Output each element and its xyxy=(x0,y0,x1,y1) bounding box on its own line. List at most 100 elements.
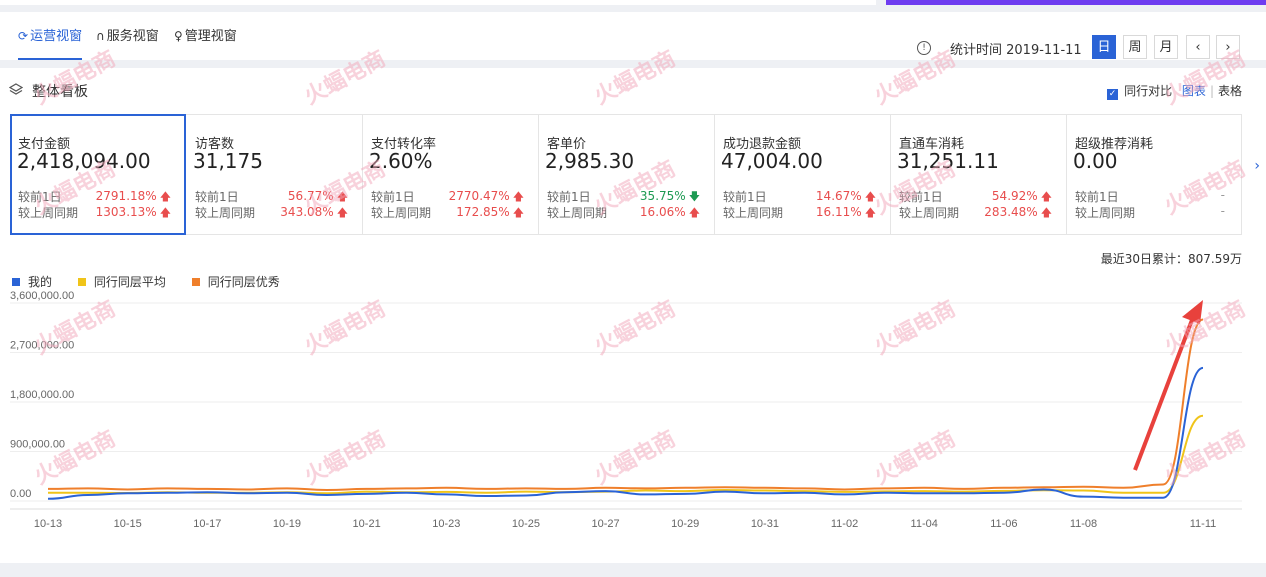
arrow-up-icon: 🡅 xyxy=(512,206,524,219)
y-tick-label: 3,600,000.00 xyxy=(10,290,74,302)
top-strip xyxy=(0,0,1266,8)
metric-card[interactable]: 客单价 2,985.30 较前1日 35.75% 🡇 较上周同期 16.06% 🡅 xyxy=(539,115,715,234)
x-tick-label: 10-15 xyxy=(114,518,142,530)
x-tick-label: 10-13 xyxy=(34,518,62,530)
panel-title: 整体看板 xyxy=(32,84,88,100)
period-month-button[interactable]: 月 xyxy=(1154,35,1178,59)
legend-item-excellent[interactable]: 同行同层优秀 xyxy=(191,273,280,290)
series-line-excellent xyxy=(47,318,1204,492)
metric-card[interactable]: 成功退款金额 47,004.00 较前1日 14.67% 🡅 较上周同期 16.11% 🡅 xyxy=(715,115,891,234)
arrow-up-icon: 🡅 xyxy=(864,206,876,219)
info-icon[interactable]: ! xyxy=(917,41,931,55)
person-icon: ♀ xyxy=(174,29,183,43)
compare-day-value: - xyxy=(1220,188,1225,202)
tab-management[interactable]: ♀ 管理视窗 xyxy=(174,12,237,60)
cards-next-icon[interactable]: › xyxy=(1254,158,1260,174)
y-tick-label: 900,000.00 xyxy=(10,439,65,451)
legend-swatch xyxy=(12,278,20,286)
tab-service[interactable]: ∩ 服务视窗 xyxy=(96,12,159,60)
view-tab-bar: ⟳ 运营视窗 ∩ 服务视窗 ♀ 管理视窗 ! 统计时间 2019-11-11 日 周 … xyxy=(0,12,1266,60)
metric-cards: 支付金额 2,418,094.00 较前1日 2791.18% 🡅 较上周同期 1303.1… xyxy=(10,114,1243,235)
cards-nav: › xyxy=(1242,114,1266,235)
metric-card[interactable]: 支付金额 2,418,094.00 较前1日 2791.18% 🡅 较上周同期 1303.1… xyxy=(10,114,186,235)
compare-week-value: 283.48% 🡅 xyxy=(984,204,1052,223)
metric-compare-day: 较前1日 2770.47% 🡅 xyxy=(371,188,524,205)
metric-compare-week: 较上周同期 172.85% 🡅 xyxy=(371,204,524,223)
compare-week-value: 343.08% 🡅 xyxy=(280,204,348,223)
last-30-days-total: 最近30日累计：807.59万 xyxy=(1100,252,1242,266)
compare-controls: ✓ 同行对比 图表 | 表格 xyxy=(1107,84,1242,100)
compare-week-value: 1303.13% 🡅 xyxy=(96,204,171,223)
x-tick-label: 10-27 xyxy=(592,518,620,530)
top-banner-accent xyxy=(886,0,1266,5)
x-tick-label: 10-25 xyxy=(512,518,540,530)
compare-week-value: 16.06% 🡅 xyxy=(640,204,700,223)
metric-compare-week: 较上周同期 16.06% 🡅 xyxy=(547,204,700,223)
next-date-button[interactable]: › xyxy=(1216,35,1240,59)
x-tick-label: 11-04 xyxy=(911,518,938,530)
metric-compare-day: 较前1日 35.75% 🡇 xyxy=(547,188,700,205)
metric-card[interactable]: 支付转化率 2.60% 较前1日 2770.47% 🡅 较上周同期 172.85% 🡅 xyxy=(363,115,539,234)
chart-legend: 我的 同行同层平均 同行同层优秀 xyxy=(12,273,302,290)
metric-compare-week: 较上周同期 343.08% 🡅 xyxy=(195,204,348,223)
metric-compare-week: 较上周同期 1303.13% 🡅 xyxy=(18,204,171,223)
legend-swatch xyxy=(191,278,200,286)
metric-card[interactable]: 访客数 31,175 较前1日 56.77% 🡅 较上周同期 343.08% 🡅 xyxy=(187,115,363,234)
compare-week-value: - xyxy=(1220,204,1225,218)
overview-panel: 整体看板 ✓ 同行对比 图表 | 表格 支付金额 2,418,094.00 较前1日 279… xyxy=(0,68,1266,563)
legend-swatch xyxy=(77,278,86,286)
refresh-icon: ⟳ xyxy=(18,29,29,43)
metric-value: 31,251.11 xyxy=(897,149,999,173)
tab-operations[interactable]: ⟳ 运营视窗 xyxy=(18,12,83,60)
x-tick-label: 10-21 xyxy=(353,518,381,530)
annotation-arrow-head xyxy=(1182,300,1203,324)
metric-card[interactable]: 超级推荐消耗 0.00 较前1日 - 较上周同期 - xyxy=(1067,115,1243,234)
arrow-up-icon: 🡅 xyxy=(336,206,348,219)
y-tick-label: 0.00 xyxy=(10,488,31,500)
y-tick-label: 1,800,000.00 xyxy=(10,389,74,401)
metric-compare-week: 较上周同期 16.11% 🡅 xyxy=(723,204,876,223)
arrow-up-icon: 🡅 xyxy=(159,206,171,219)
metric-compare-week: 较上周同期 283.48% 🡅 xyxy=(899,204,1052,223)
x-tick-label: 11-11 xyxy=(1190,518,1217,530)
metric-value: 0.00 xyxy=(1073,149,1118,173)
metric-compare-day: 较前1日 14.67% 🡅 xyxy=(723,188,876,205)
period-week-button[interactable]: 周 xyxy=(1123,35,1147,59)
stat-time-label: 统计时间 2019-11-11 xyxy=(950,43,1082,58)
x-tick-label: 10-29 xyxy=(671,518,699,530)
metric-value: 2.60% xyxy=(369,149,433,173)
period-day-button[interactable]: 日 xyxy=(1092,35,1116,59)
y-tick-label: 2,700,000.00 xyxy=(10,340,74,352)
compare-checkbox[interactable]: ✓ xyxy=(1107,89,1119,100)
metric-value: 2,985.30 xyxy=(545,149,635,173)
x-tick-label: 10-17 xyxy=(193,518,221,530)
headset-icon: ∩ xyxy=(96,29,105,43)
annotation-arrow-shaft xyxy=(1133,319,1194,471)
x-tick-label: 10-31 xyxy=(751,518,779,530)
legend-item-mine[interactable]: 我的 xyxy=(12,273,52,290)
view-chart-link[interactable]: 图表 xyxy=(1182,84,1206,98)
x-tick-label: 11-06 xyxy=(990,518,1017,530)
series-line-avg xyxy=(48,414,1204,495)
x-tick-label: 11-08 xyxy=(1070,518,1097,530)
compare-week-value: 16.11% 🡅 xyxy=(816,204,876,223)
metric-card[interactable]: 直通车消耗 31,251.11 较前1日 54.92% 🡅 较上周同期 283.48% 🡅 xyxy=(891,115,1067,234)
prev-date-button[interactable]: ‹ xyxy=(1186,35,1210,59)
active-tab-underline xyxy=(18,58,83,60)
compare-week-value: 172.85% 🡅 xyxy=(456,204,524,223)
x-tick-label: 11-02 xyxy=(831,518,858,530)
x-tick-label: 10-23 xyxy=(432,518,460,530)
series-line-mine xyxy=(47,366,1204,500)
metric-value: 47,004.00 xyxy=(721,149,823,173)
metric-compare-week: 较上周同期 - xyxy=(1075,204,1225,221)
compare-label: 同行对比 xyxy=(1124,84,1173,98)
legend-item-avg[interactable]: 同行同层平均 xyxy=(77,273,166,290)
bottom-strip xyxy=(0,567,1266,577)
x-tick-label: 10-19 xyxy=(273,518,301,530)
metric-compare-day: 较前1日 56.77% 🡅 xyxy=(195,188,348,205)
metric-value: 2,418,094.00 xyxy=(17,149,151,173)
arrow-up-icon: 🡅 xyxy=(688,206,700,219)
top-strip-left xyxy=(0,0,876,5)
arrow-up-icon: 🡅 xyxy=(1040,206,1052,219)
view-table-link[interactable]: 表格 xyxy=(1218,84,1242,98)
